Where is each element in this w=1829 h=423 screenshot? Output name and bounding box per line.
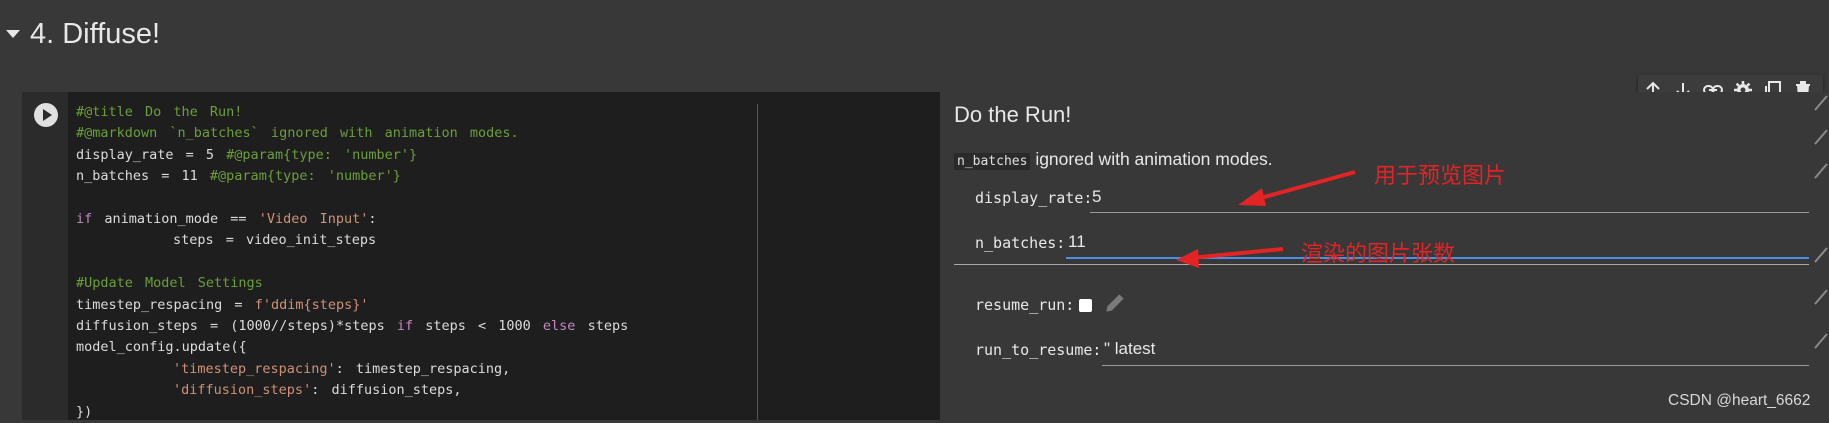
annotation-arrows xyxy=(1176,170,1356,268)
annotation-preview-label: 用于预览图片 xyxy=(1374,163,1507,188)
annotation-count-label: 渲染的图片张数 xyxy=(1301,241,1456,266)
watermark: CSDN @heart_6662 xyxy=(1668,392,1811,409)
